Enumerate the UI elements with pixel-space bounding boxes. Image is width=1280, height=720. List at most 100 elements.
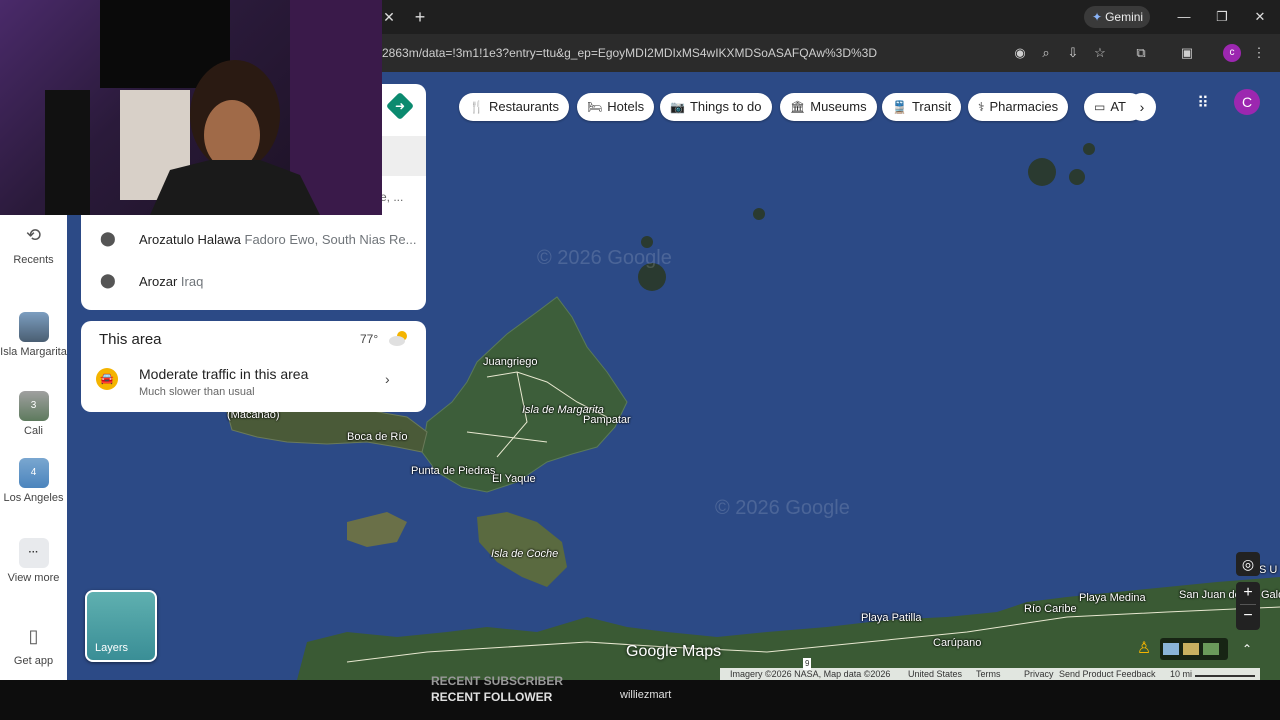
search-suggestion-highlight[interactable] — [380, 136, 426, 176]
rail-item-cali[interactable]: 3 Cali — [0, 391, 67, 437]
label-playa-patilla[interactable]: Playa Patilla — [861, 612, 922, 624]
search-results: ⬤ Arozatulo Halawa Fadoro Ewo, South Nia… — [81, 215, 426, 310]
label-el-yaque[interactable]: El Yaque — [492, 473, 536, 485]
terms-link[interactable]: Terms — [976, 668, 1001, 680]
scale-label[interactable]: 10 mi — [1170, 668, 1192, 680]
recent-subscriber-label: RECENT SUBSCRIBER — [431, 674, 564, 688]
label-isla-de-coche[interactable]: Isla de Coche — [491, 548, 558, 560]
layer-thumb-1[interactable] — [1163, 643, 1179, 655]
islet-3 — [753, 208, 765, 220]
directions-arrow-icon: ➜ — [394, 99, 406, 113]
minimize-icon[interactable]: — — [1172, 6, 1196, 28]
los-angeles-thumbnail: 4 — [18, 458, 49, 488]
rail-item-get-app[interactable]: ▯ Get app — [0, 621, 67, 667]
result-name: Arozatulo Halawa — [139, 232, 241, 247]
layer-thumb-3[interactable] — [1203, 643, 1219, 655]
label-isla-margarita[interactable]: Isla de Margarita — [522, 404, 604, 416]
chip-hotels[interactable]: 🛏 Hotels — [577, 93, 655, 121]
expand-up-icon[interactable]: ⌃ — [1236, 638, 1258, 660]
label-boca-de-rio[interactable]: Boca de Río — [347, 431, 408, 443]
country-link[interactable]: United States — [908, 668, 962, 680]
stream-overlay-bar: RECENT SUBSCRIBER RECENT FOLLOWER willie… — [0, 674, 1280, 720]
feedback-link[interactable]: Send Product Feedback — [1059, 668, 1156, 680]
label-carupano[interactable]: Carúpano — [933, 637, 981, 649]
camera-icon: 📷 — [670, 100, 685, 114]
chip-label: Museums — [810, 99, 867, 114]
fork-knife-icon: 🍴 — [469, 100, 484, 114]
isla-margarita-thumbnail — [18, 312, 49, 342]
area-card-title: This area — [99, 331, 162, 348]
layer-thumb-2[interactable] — [1183, 643, 1199, 655]
install-icon[interactable]: ⇩ — [1064, 44, 1082, 62]
zoom-controls: + − — [1236, 582, 1260, 630]
rail-item-label: Recents — [13, 254, 54, 266]
traffic-subtitle: Much slower than usual — [139, 386, 255, 398]
search-result-row[interactable]: ⬤ Arozar Iraq — [81, 260, 426, 300]
extensions-icon[interactable]: ⧉ — [1132, 44, 1150, 62]
rail-item-los-angeles[interactable]: 4 Los Angeles — [0, 458, 67, 504]
islet-6 — [1083, 143, 1095, 155]
rail-item-label: Cali — [24, 425, 43, 437]
gemini-button[interactable]: ✦ Gemini — [1084, 6, 1150, 28]
this-area-card: This area 77° 🚘 Moderate traffic in this… — [81, 321, 426, 412]
traffic-car-icon: 🚘 — [96, 368, 118, 390]
label-san-juan-de-las-galdonas[interactable]: San Juan de las Galdonas — [1179, 589, 1280, 601]
chip-label: Transit — [911, 99, 952, 114]
label-rio-caribe[interactable]: Río Caribe — [1024, 603, 1077, 615]
label-punta-de-piedras[interactable]: Punta de Piedras — [411, 465, 495, 477]
google-apps-icon[interactable]: ⠿ — [1193, 94, 1213, 114]
label-playa-medina[interactable]: Playa Medina — [1079, 592, 1146, 604]
left-rail: ⟲ Recents Isla Margarita 3 Cali 4 Los An… — [0, 215, 67, 680]
mini-layer-switcher[interactable] — [1160, 638, 1228, 660]
scale-bar — [1195, 675, 1255, 677]
islet-4 — [1028, 158, 1056, 186]
chip-restaurants[interactable]: 🍴 Restaurants — [459, 93, 570, 121]
browser-profile-avatar[interactable]: c — [1223, 44, 1241, 62]
label-edge: S U — [1259, 564, 1278, 576]
rail-item-isla-margarita[interactable]: Isla Margarita — [0, 312, 67, 358]
tab-search-icon[interactable]: ▣ — [1178, 44, 1196, 62]
gemini-label: Gemini — [1105, 10, 1144, 24]
chevron-right-icon[interactable]: › — [1128, 93, 1156, 121]
search-result-row[interactable]: ⬤ Arozatulo Halawa Fadoro Ewo, South Nia… — [81, 218, 426, 258]
chip-label: Hotels — [607, 99, 645, 114]
recent-follower-name: williezmart — [620, 689, 672, 701]
zoom-in-icon[interactable]: + — [1236, 582, 1260, 604]
chevron-right-icon[interactable]: › — [385, 371, 390, 387]
chip-things-to-do[interactable]: 📷 Things to do — [660, 93, 772, 121]
restore-icon[interactable]: ❐ — [1210, 6, 1234, 28]
traffic-title[interactable]: Moderate traffic in this area — [139, 366, 308, 382]
bed-icon: 🛏 — [587, 100, 603, 114]
pegman-icon[interactable]: ♙ — [1135, 638, 1153, 660]
chip-label: Restaurants — [488, 99, 560, 114]
map-footer: Imagery ©2026 NASA, Map data ©2026 Unite… — [720, 668, 1260, 680]
map-watermark: © 2026 Google — [715, 497, 850, 519]
zoom-out-icon[interactable]: − — [1236, 605, 1260, 627]
chip-pharmacies[interactable]: ⚕ Pharmacies — [968, 93, 1069, 121]
label-juangriego[interactable]: Juangriego — [483, 356, 537, 368]
chip-museums[interactable]: 🏛 Museums — [780, 93, 877, 121]
rail-item-label: View more — [7, 572, 60, 584]
map-watermark: © 2026 Google — [537, 247, 672, 269]
menu-dots-icon[interactable]: ⋮ — [1250, 44, 1268, 62]
my-location-icon[interactable]: ◎ — [1236, 552, 1260, 576]
layers-button[interactable]: Layers — [85, 590, 157, 662]
close-window-icon[interactable]: ✕ — [1248, 6, 1272, 28]
privacy-link[interactable]: Privacy — [1024, 668, 1054, 680]
new-tab-icon[interactable]: + — [410, 6, 430, 28]
label-pampatar[interactable]: Pampatar — [583, 414, 631, 426]
chip-transit[interactable]: 🚆 Transit — [882, 93, 962, 121]
truncated-suggestion[interactable]: e, ... — [380, 190, 403, 204]
location-pin-icon: ⬤ — [100, 230, 116, 246]
close-tab-icon[interactable]: ✕ — [380, 8, 398, 26]
rail-item-recents[interactable]: ⟲ Recents — [0, 220, 67, 266]
location-icon[interactable]: ◉ — [1011, 44, 1029, 62]
imagery-credit: Imagery ©2026 NASA, Map data ©2026 — [730, 669, 891, 679]
history-icon: ⟲ — [25, 225, 42, 245]
zoom-icon[interactable]: ⌕ — [1037, 44, 1055, 62]
url-text[interactable]: 2863m/data=!3m1!1e3?entry=ttu&g_ep=EgoyM… — [382, 46, 877, 60]
rail-item-label: Isla Margarita — [0, 346, 67, 358]
rail-item-view-more[interactable]: ··· View more — [0, 538, 67, 584]
bookmark-star-icon[interactable]: ☆ — [1091, 44, 1109, 62]
account-avatar[interactable]: C — [1234, 89, 1260, 115]
